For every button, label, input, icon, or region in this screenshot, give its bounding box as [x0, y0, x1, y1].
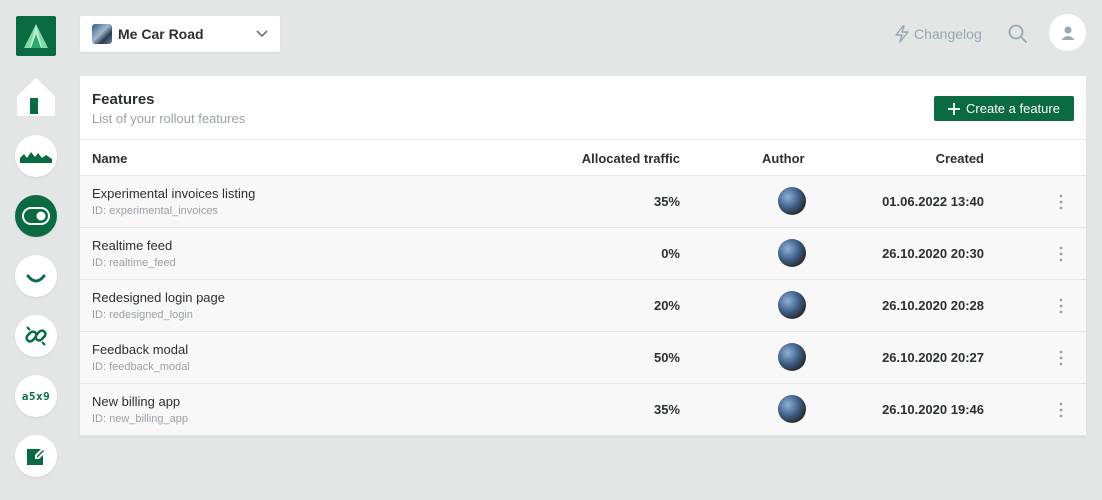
author-avatar [778, 343, 806, 371]
author-avatar [778, 187, 806, 215]
more-vertical-icon[interactable] [1056, 245, 1066, 263]
toggle-icon [22, 207, 50, 225]
project-selector[interactable]: Me Car Road [80, 16, 280, 52]
link-icon [25, 326, 47, 346]
column-header-author[interactable]: Author [762, 151, 805, 166]
table-row[interactable]: Realtime feed ID: realtime_feed 0% 26.10… [80, 228, 1086, 280]
feature-name[interactable]: Redesigned login page [92, 290, 225, 305]
features-card: Features List of your rollout features C… [80, 76, 1086, 436]
sidebar-item-integrations[interactable] [15, 315, 57, 357]
more-vertical-icon[interactable] [1056, 297, 1066, 315]
feature-name[interactable]: Realtime feed [92, 238, 172, 253]
home-icon [17, 78, 55, 116]
card-header: Features List of your rollout features C… [80, 76, 1086, 140]
feature-traffic: 0% [661, 246, 680, 261]
sidebar-item-home[interactable] [15, 76, 57, 118]
edit-icon [27, 447, 47, 465]
feature-traffic: 35% [653, 194, 680, 209]
sidebar-item-api-keys[interactable]: a5x9 [15, 375, 57, 417]
sidebar: a5x9 [0, 0, 72, 500]
app-logo[interactable] [16, 16, 56, 56]
project-avatar [92, 24, 112, 44]
feature-traffic: 35% [653, 402, 680, 417]
lightning-icon [895, 25, 909, 43]
feature-traffic: 20% [653, 298, 680, 313]
search-button[interactable] [1007, 23, 1029, 45]
mountains-icon [20, 152, 52, 163]
user-icon [1061, 26, 1074, 40]
feature-id: ID: feedback_modal [92, 361, 190, 373]
author-avatar [778, 291, 806, 319]
feature-created: 26.10.2020 20:28 [882, 298, 984, 313]
feature-traffic: 50% [653, 350, 680, 365]
author-avatar [778, 395, 806, 423]
table-header: Name Allocated traffic Author Created [80, 140, 1086, 176]
plus-icon [948, 102, 961, 115]
table-row[interactable]: Redesigned login page ID: redesigned_log… [80, 280, 1086, 332]
feature-created: 26.10.2020 19:46 [882, 402, 984, 417]
column-header-created[interactable]: Created [936, 151, 984, 166]
sidebar-item-changelog[interactable] [15, 435, 57, 477]
chevron-down-icon [256, 30, 268, 38]
more-vertical-icon[interactable] [1056, 349, 1066, 367]
feature-name[interactable]: Feedback modal [92, 342, 188, 357]
feature-id: ID: new_billing_app [92, 413, 189, 425]
sidebar-item-metrics[interactable] [15, 135, 57, 177]
feature-id: ID: redesigned_login [92, 309, 193, 321]
changelog-label: Changelog [914, 26, 982, 42]
changelog-link[interactable]: Changelog [894, 24, 982, 44]
feature-created: 26.10.2020 20:30 [882, 246, 984, 261]
feature-created: 26.10.2020 20:27 [882, 350, 984, 365]
table-row[interactable]: Experimental invoices listing ID: experi… [80, 176, 1086, 228]
api-key-icon: a5x9 [21, 389, 51, 403]
author-avatar [778, 239, 806, 267]
page-subtitle: List of your rollout features [92, 111, 246, 126]
column-header-name[interactable]: Name [92, 151, 127, 166]
feature-name[interactable]: Experimental invoices listing [92, 186, 255, 201]
logo-icon [24, 24, 48, 48]
sidebar-item-feedback[interactable] [15, 255, 57, 297]
table-row[interactable]: Feedback modal ID: feedback_modal 50% 26… [80, 332, 1086, 384]
column-header-traffic[interactable]: Allocated traffic [582, 151, 680, 166]
page-title: Features [92, 91, 155, 108]
user-menu-button[interactable] [1049, 14, 1086, 51]
feature-list: Experimental invoices listing ID: experi… [80, 176, 1086, 436]
create-feature-label: Create a feature [966, 101, 1060, 116]
search-icon [1008, 24, 1027, 43]
table-row[interactable]: New billing app ID: new_billing_app 35% … [80, 384, 1086, 436]
smile-icon [26, 274, 46, 283]
project-name: Me Car Road [118, 26, 204, 42]
feature-name[interactable]: New billing app [92, 394, 180, 409]
more-vertical-icon[interactable] [1056, 401, 1066, 419]
sidebar-item-features[interactable] [15, 195, 57, 237]
more-vertical-icon[interactable] [1056, 193, 1066, 211]
feature-created: 01.06.2022 13:40 [882, 194, 984, 209]
feature-id: ID: realtime_feed [92, 257, 176, 269]
create-feature-button[interactable]: Create a feature [934, 96, 1074, 121]
feature-id: ID: experimental_invoices [92, 205, 218, 217]
